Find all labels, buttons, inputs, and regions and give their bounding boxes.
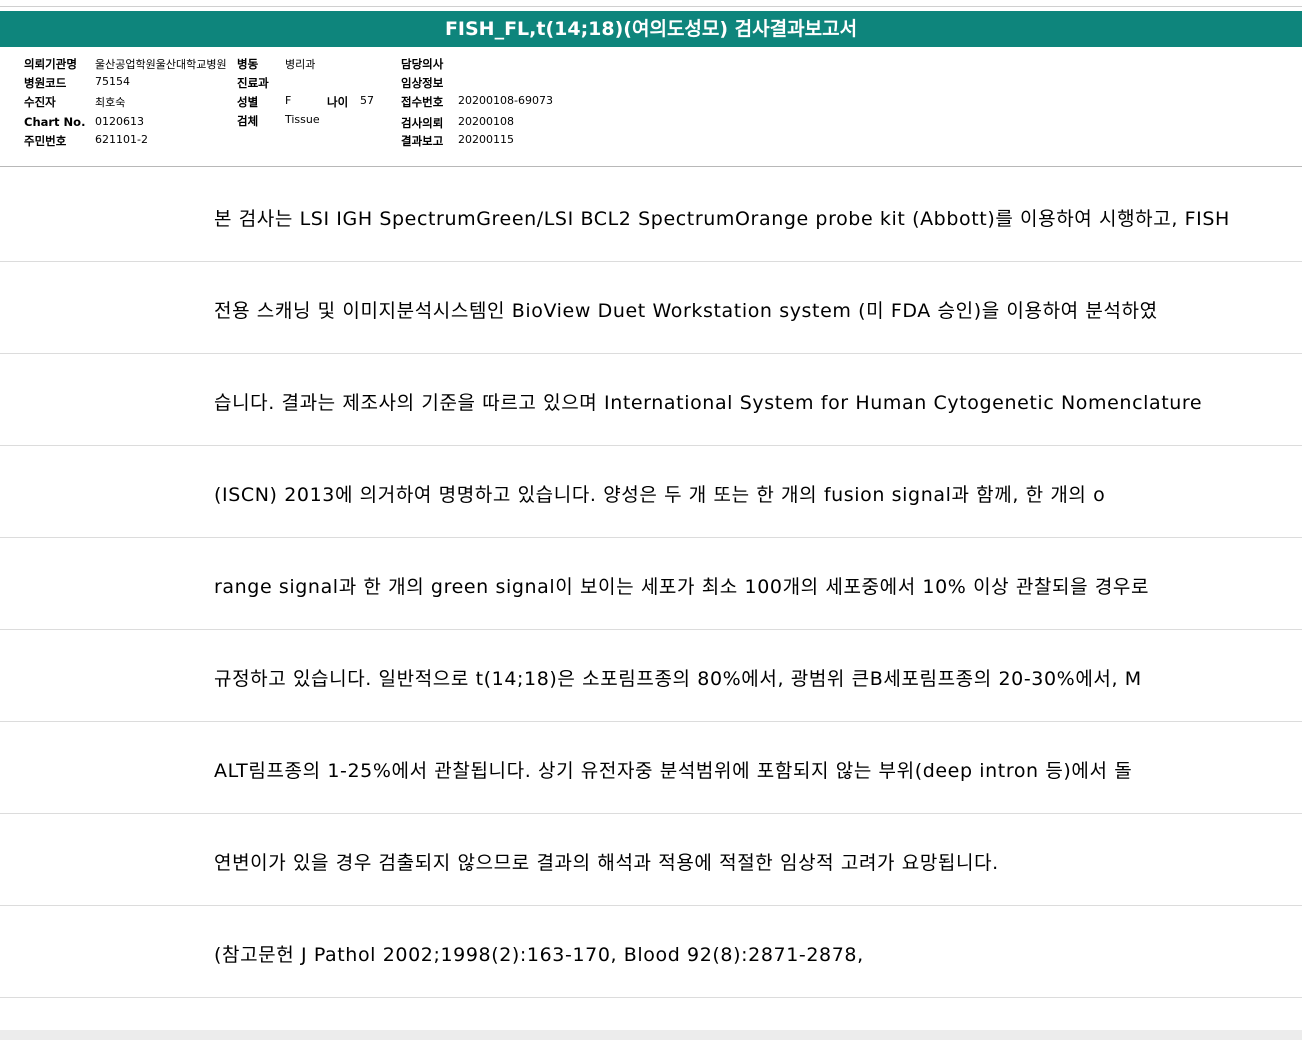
text-line-content: 습니다. 결과는 제조사의 기준을 따르고 있으며 International … [214, 392, 1203, 414]
patient-value: 최호숙 [95, 96, 126, 109]
text-line-content: ALT림프종의 1-25%에서 관찰됩니다. 상기 유전자중 분석범위에 포함되… [214, 760, 1133, 782]
institution-value: 울산공업학원울산대학교병원 [95, 58, 227, 71]
text-line: range signal과 한 개의 green signal이 보이는 세포가… [0, 538, 1302, 630]
report-title: FISH_FL,t(14;18)(여의도성모) 검사결과보고서 [0, 11, 1302, 47]
specimen-label: 검체 [237, 114, 259, 128]
text-line-content: 전용 스캐닝 및 이미지분석시스템인 BioView Duet Workstat… [214, 300, 1158, 322]
sex-label: 성별 [237, 95, 259, 109]
text-line-content: (참고문헌 J Pathol 2002;1998(2):163-170, Blo… [214, 944, 864, 966]
text-line-content: 연변이가 있을 경우 검출되지 않으므로 결과의 해석과 적용에 적절한 임상적… [214, 852, 999, 874]
age-value: 57 [360, 94, 374, 107]
institution-label: 의뢰기관명 [24, 57, 77, 71]
text-line: 연변이가 있을 경우 검출되지 않으므로 결과의 해석과 적용에 적절한 임상적… [0, 814, 1302, 906]
resident-no-value: 621101-2 [95, 133, 148, 146]
text-line-content: range signal과 한 개의 green signal이 보이는 세포가… [214, 576, 1150, 598]
clinical-info-label: 임상정보 [401, 76, 444, 90]
text-line: 습니다. 결과는 제조사의 기준을 따르고 있으며 International … [0, 354, 1302, 446]
specimen-value: Tissue [285, 113, 320, 126]
text-line: (ISCN) 2013에 의거하여 명명하고 있습니다. 양성은 두 개 또는 … [0, 446, 1302, 538]
patient-label: 수진자 [24, 95, 56, 109]
text-line-content: 규정하고 있습니다. 일반적으로 t(14;18)은 소포림프종의 80%에서,… [214, 668, 1142, 690]
text-line-content: (ISCN) 2013에 의거하여 명명하고 있습니다. 양성은 두 개 또는 … [214, 484, 1106, 506]
text-line: 본 검사는 LSI IGH SpectrumGreen/LSI BCL2 Spe… [0, 170, 1302, 262]
text-line: (참고문헌 J Pathol 2002;1998(2):163-170, Blo… [0, 906, 1302, 998]
request-date-value: 20200108 [458, 115, 514, 128]
receipt-no-value: 20200108-69073 [458, 94, 553, 107]
text-line-content: 본 검사는 LSI IGH SpectrumGreen/LSI BCL2 Spe… [214, 208, 1230, 230]
hospital-code-value: 75154 [95, 75, 130, 88]
chart-no-label: Chart No. [24, 115, 86, 129]
doctor-label: 담당의사 [401, 57, 444, 71]
request-date-label: 검사의뢰 [401, 116, 444, 130]
resident-no-label: 주민번호 [24, 134, 67, 148]
footer-bar [0, 1030, 1302, 1040]
top-border [0, 0, 1302, 7]
text-line: ALT림프종의 1-25%에서 관찰됩니다. 상기 유전자중 분석범위에 포함되… [0, 722, 1302, 814]
hospital-code-label: 병원코드 [24, 76, 67, 90]
sex-value: F [285, 94, 292, 107]
report-date-value: 20200115 [458, 133, 514, 146]
text-line: 전용 스캐닝 및 이미지분석시스템인 BioView Duet Workstat… [0, 262, 1302, 354]
department-label: 진료과 [237, 76, 269, 90]
text-line: 규정하고 있습니다. 일반적으로 t(14;18)은 소포림프종의 80%에서,… [0, 630, 1302, 722]
result-text-body: 본 검사는 LSI IGH SpectrumGreen/LSI BCL2 Spe… [0, 170, 1302, 998]
report-date-label: 결과보고 [401, 134, 444, 148]
receipt-no-label: 접수번호 [401, 95, 444, 109]
chart-no-value: 0120613 [95, 115, 144, 128]
age-label: 나이 [327, 95, 349, 109]
patient-info-panel: 의뢰기관명 울산공업학원울산대학교병원 병동 병리과 담당의사 병원코드 751… [0, 47, 1302, 167]
ward-label: 병동 [237, 57, 259, 71]
ward-value: 병리과 [285, 58, 316, 71]
